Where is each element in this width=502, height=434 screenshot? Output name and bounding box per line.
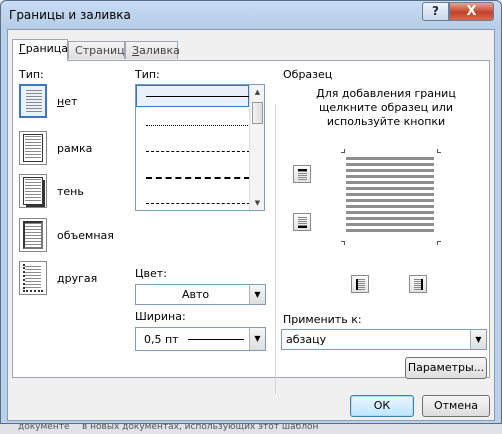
tab-page-border[interactable]: Страница	[68, 41, 131, 59]
preview-instruction-2: щелкните образец или	[319, 101, 453, 114]
border-top-icon	[298, 169, 307, 180]
borders-tab-panel: Тип: нет рамка тень объемная другая Тип:…	[12, 60, 490, 394]
setting-heading: Тип:	[19, 68, 44, 81]
width-value: 0,5 пт	[144, 333, 179, 346]
tab-borders[interactable]: Граница	[12, 39, 68, 61]
border-left-icon	[356, 279, 365, 290]
setting-none-label: ет	[64, 95, 78, 108]
width-label: Ширина:	[135, 310, 186, 323]
setting-box[interactable]: рамка	[19, 131, 119, 167]
border-box-icon	[19, 131, 47, 165]
setting-custom[interactable]: другая	[19, 261, 119, 297]
top-border-button[interactable]	[293, 165, 311, 183]
color-dropdown[interactable]: Авто ▼	[135, 284, 266, 305]
tab-shading[interactable]: Заливка	[125, 41, 180, 59]
chevron-down-icon[interactable]: ▼	[470, 330, 486, 349]
dialog-body: Граница Страница Заливка Тип: нет рамка …	[7, 29, 495, 421]
tab-borders-mnemonic: Г	[19, 42, 26, 55]
right-border-button[interactable]	[409, 275, 427, 293]
chevron-down-icon[interactable]: ▼	[249, 328, 265, 350]
scroll-up-icon[interactable]: ▲	[250, 85, 265, 99]
border-custom-icon	[19, 261, 47, 295]
style-list[interactable]: ▲ ▼	[135, 84, 265, 211]
setting-3d[interactable]: объемная	[19, 218, 119, 254]
style-line-solid[interactable]	[146, 96, 250, 97]
tab-page-border-mnemonic: С	[75, 44, 83, 57]
setting-custom-label: другая	[57, 272, 98, 285]
setting-none[interactable]: нет	[19, 84, 119, 120]
tab-shading-label: аливка	[139, 44, 180, 57]
background-document-strip: документе в новых документах, использующ…	[0, 424, 502, 434]
title-bar[interactable]: Границы и заливка ? X	[1, 1, 501, 29]
preview-text-lines	[346, 157, 434, 235]
close-button[interactable]: X	[449, 2, 494, 21]
tab-borders-label: раница	[25, 42, 69, 55]
style-line-dashed[interactable]	[146, 177, 250, 179]
tab-shading-mnemonic: З	[132, 44, 140, 57]
borders-and-shading-dialog: Границы и заливка ? X Граница Страница З…	[0, 0, 502, 424]
chevron-down-icon[interactable]: ▼	[249, 285, 265, 304]
dialog-title: Границы и заливка	[9, 8, 131, 22]
apply-to-dropdown[interactable]: абзацу ▼	[281, 329, 487, 350]
width-dropdown[interactable]: 0,5 пт ▼	[135, 327, 266, 351]
setting-box-label: рамка	[57, 142, 93, 155]
preview-heading: Образец	[283, 68, 333, 81]
setting-shadow[interactable]: тень	[19, 174, 119, 210]
style-line-dashed-small[interactable]	[146, 151, 250, 152]
preview-instruction-1: Для добавления границ	[316, 87, 456, 100]
background-text-left: документе	[18, 424, 70, 432]
scroll-down-icon[interactable]: ▼	[250, 196, 265, 210]
help-button[interactable]: ?	[422, 2, 449, 21]
width-line-sample	[188, 339, 244, 340]
background-text-right: в новых документах, использующих этот ша…	[82, 424, 319, 432]
style-line-dash-dot[interactable]	[146, 203, 250, 204]
style-line-dotted[interactable]	[146, 125, 250, 126]
setting-3d-label: объемная	[57, 229, 114, 242]
preview-group	[275, 104, 489, 394]
setting-shadow-label: тень	[57, 185, 84, 198]
border-shadow-icon	[19, 174, 47, 208]
style-heading: Тип:	[135, 68, 160, 81]
preview-instruction-3: используйте кнопки	[326, 115, 446, 128]
left-border-button[interactable]	[351, 275, 369, 293]
bottom-border-button[interactable]	[293, 213, 311, 231]
style-list-scrollbar[interactable]: ▲ ▼	[249, 85, 264, 210]
border-bottom-icon	[298, 217, 307, 228]
border-3d-icon	[19, 218, 47, 252]
scroll-thumb[interactable]	[252, 102, 263, 124]
ok-button[interactable]: ОК	[350, 395, 414, 417]
options-button[interactable]: Параметры...	[405, 357, 487, 379]
cancel-button[interactable]: Отмена	[422, 395, 490, 417]
color-value: Авто	[182, 288, 210, 301]
apply-to-label: Применить к:	[283, 313, 362, 326]
color-label: Цвет:	[135, 267, 167, 280]
border-none-icon	[19, 84, 47, 118]
border-right-icon	[414, 279, 423, 290]
apply-to-value: абзацу	[286, 333, 327, 346]
